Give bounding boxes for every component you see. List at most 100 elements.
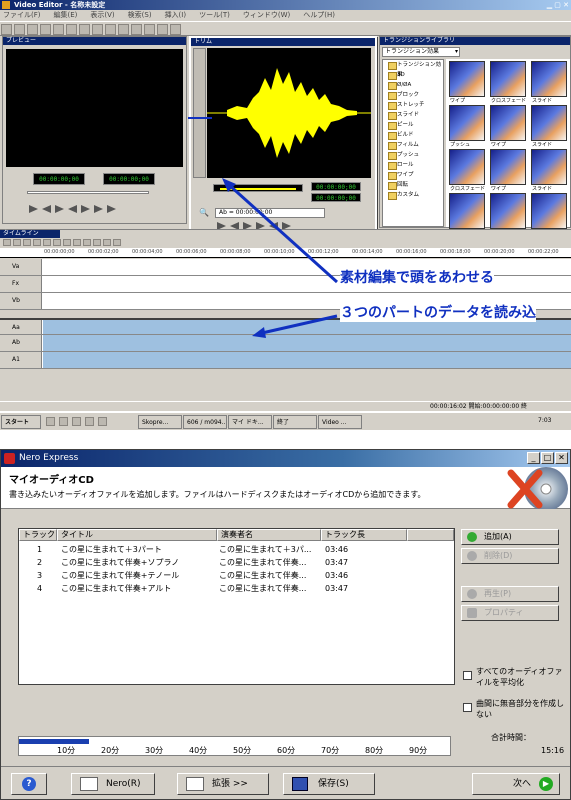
track-artist[interactable]: この星に生まれて伴奏...	[219, 556, 306, 569]
properties-icon	[467, 608, 477, 618]
col-title[interactable]: タイトル	[57, 529, 217, 541]
track-number[interactable]: 2	[37, 556, 42, 569]
arrow-to-trim	[226, 182, 339, 284]
col-extra	[407, 529, 454, 541]
capacity-fill	[19, 739, 89, 744]
start-button[interactable]: スタート	[1, 415, 41, 429]
desktop-icon[interactable]	[46, 417, 55, 426]
track-title[interactable]: この星に生まれて伴奏+ソプラノ	[61, 556, 179, 569]
quick-launch	[44, 417, 134, 427]
col-artist[interactable]: 演奏者名	[217, 529, 321, 541]
taskbar-item[interactable]: 606 / m094...	[183, 415, 227, 429]
capacity-tick-label: 10分	[57, 746, 76, 755]
col-length[interactable]: トラック長	[321, 529, 407, 541]
track-length[interactable]: 03:47	[325, 556, 348, 569]
track-number[interactable]: 4	[37, 582, 42, 595]
nero-app-icon	[4, 453, 15, 464]
tray-clock: 7:03	[538, 417, 552, 424]
track-table[interactable]: トラック タイトル 演奏者名 トラック長 1 この星に生まれて＋3パート この星に生…	[18, 528, 455, 685]
minimize-button[interactable]: _	[527, 452, 540, 464]
total-time-value: 15:16	[541, 746, 565, 755]
track-title[interactable]: この星に生まれて伴奏+アルト	[61, 582, 171, 595]
nero-button-label: Nero(R)	[106, 779, 141, 789]
capacity-tick-label: 90分	[409, 746, 428, 755]
save-button-label: 保存(S)	[318, 779, 349, 789]
track-number[interactable]: 3	[37, 569, 42, 582]
track-title[interactable]: この星に生まれて＋3パート	[61, 543, 162, 556]
annotation-arrows	[188, 117, 339, 338]
editor-statusbar: 00:00:16:02 開始:00:00:00:00 終了:00:00:00:0…	[0, 401, 571, 420]
taskbar-item-label: Skopre...	[142, 419, 169, 426]
nero-logo-icon	[507, 467, 568, 509]
nero-titlebar: Nero Express	[1, 450, 570, 467]
delete-button[interactable]: 削除(D)	[461, 548, 559, 564]
page-description: 書き込みたいオーディオファイルを追加します。ファイルはハードディスクまたはオーデ…	[9, 490, 426, 499]
next-button-label: 次へ	[513, 779, 532, 789]
no-gap-label: 曲間に無音部分を作成しない	[476, 699, 564, 719]
capacity-tick-label: 70分	[321, 746, 340, 755]
nero-button[interactable]: Nero(R)	[71, 773, 155, 795]
taskbar-item[interactable]: マイ ドキ...	[228, 415, 272, 429]
footer-divider	[1, 766, 570, 767]
taskbar-item[interactable]: Skopre...	[138, 415, 182, 429]
help-button[interactable]: ?	[11, 773, 47, 795]
play-label: 再生(P)	[484, 589, 512, 598]
nero-express-window: Nero Express _ □ ✕ マイオーディオCD 書き込みたいオーディオ…	[0, 449, 571, 800]
track-title[interactable]: この星に生まれて伴奏+テノール	[61, 569, 179, 582]
save-button[interactable]: 保存(S)	[283, 773, 375, 795]
track-number[interactable]: 1	[37, 543, 42, 556]
track-length[interactable]: 03:47	[325, 582, 348, 595]
total-time-label: 合計時間：	[491, 733, 531, 742]
page-heading: マイオーディオCD	[9, 475, 94, 486]
taskbar-item-label: マイ ドキ...	[232, 419, 264, 426]
normalize-checkbox[interactable]	[463, 671, 472, 680]
add-button[interactable]: 追加(A)	[461, 529, 559, 545]
next-arrow-icon: ▶	[539, 777, 553, 791]
taskbar-item-label: 終了	[277, 419, 290, 426]
next-button[interactable]: 次へ ▶	[472, 773, 560, 795]
track-artist[interactable]: この星に生まれて伴奏...	[219, 569, 306, 582]
taskbar-item[interactable]: Video ...	[318, 415, 362, 429]
capacity-tick-label: 30分	[145, 746, 164, 755]
taskbar-item-label: Video ...	[322, 419, 347, 426]
normalize-label: すべてのオーディオファイルを平均化	[476, 667, 563, 687]
mail-icon[interactable]	[72, 417, 81, 426]
extend-button-label: 拡張 >>	[212, 779, 248, 789]
play-button[interactable]: 再生(P)	[461, 586, 559, 602]
capacity-tick-label: 50分	[233, 746, 252, 755]
nero-window-title: Nero Express	[19, 453, 79, 463]
play-icon	[467, 589, 477, 599]
capacity-tick-label: 40分	[189, 746, 208, 755]
extend-button[interactable]: 拡張 >>	[177, 773, 269, 795]
taskbar-item[interactable]: 終了	[273, 415, 317, 429]
col-track[interactable]: トラック	[19, 529, 57, 541]
start-label: スタート	[5, 419, 30, 426]
no-gap-checkbox[interactable]	[463, 703, 472, 712]
properties-button[interactable]: プロパティ	[461, 605, 559, 621]
save-icon	[292, 777, 308, 791]
arrowhead-tracks	[252, 327, 266, 338]
track-artist[interactable]: この星に生まれて＋3パ...	[219, 543, 311, 556]
taskbar-item-label: 606 / m094...	[187, 419, 227, 426]
close-button[interactable]: ✕	[555, 452, 568, 464]
capacity-bar: 10分 20分 30分 40分 50分 60分 70分 80分 90分	[18, 736, 451, 756]
video-editor-window: Video Editor - 名称未設定 ▁ ▢ ✕ ファイル(F) 編集(E) 表…	[0, 0, 571, 430]
arrow-to-tracks	[261, 314, 338, 335]
ie-icon[interactable]	[59, 417, 68, 426]
delete-icon	[467, 551, 477, 561]
app-icon[interactable]	[85, 417, 94, 426]
maximize-button[interactable]: □	[541, 452, 554, 464]
properties-label: プロパティ	[484, 608, 524, 617]
track-artist[interactable]: この星に生まれて伴奏...	[219, 582, 306, 595]
add-icon	[467, 532, 477, 542]
track-length[interactable]: 03:46	[325, 543, 348, 556]
nero-icon	[80, 777, 98, 791]
track-length[interactable]: 03:46	[325, 569, 348, 582]
help-icon: ?	[22, 777, 36, 791]
windows-taskbar: スタート 7:03 Skopre... 606 / m094... マイ ドキ...…	[0, 411, 571, 430]
delete-label: 削除(D)	[484, 551, 513, 560]
extend-icon	[186, 777, 204, 791]
app-icon[interactable]	[98, 417, 107, 426]
capacity-tick-label: 20分	[101, 746, 120, 755]
add-label: 追加(A)	[484, 532, 512, 541]
